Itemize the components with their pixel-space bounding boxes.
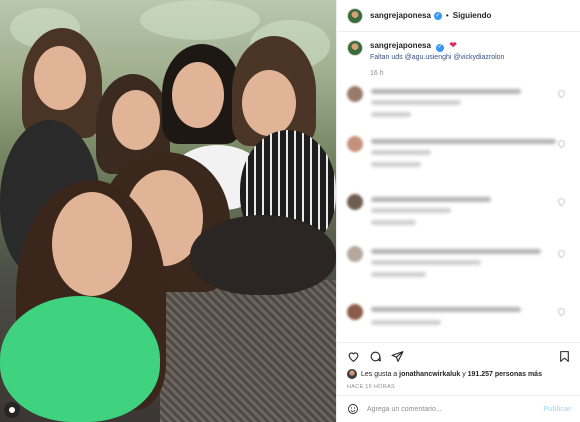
comment-item: [347, 136, 571, 176]
likes-line: Les gusta a jonathancwirkaluk y 191.257 …: [347, 369, 571, 379]
post-header: sangrejaponesa ✓ • Siguiendo: [337, 0, 580, 32]
blurred-comment-text: [371, 197, 491, 202]
add-comment-bar: Agrega un comentario... Publicar: [337, 395, 580, 422]
like-comment-icon[interactable]: [556, 138, 567, 149]
blurred-comment-text: [371, 208, 451, 213]
avatar: [347, 86, 363, 102]
blurred-comment-meta: [371, 320, 441, 325]
heart-icon[interactable]: [347, 350, 360, 363]
person-face: [52, 192, 132, 296]
following-button[interactable]: Siguiendo: [453, 11, 492, 20]
heart-icon: ❤: [449, 40, 457, 50]
comment-item: [347, 86, 571, 126]
bookmark-icon[interactable]: [558, 350, 571, 363]
like-comment-icon[interactable]: [556, 88, 567, 99]
avatar[interactable]: [347, 7, 363, 24]
like-comment-icon[interactable]: [556, 196, 567, 207]
blurred-comment-text: [371, 307, 521, 312]
blurred-comment-text: [371, 100, 461, 105]
like-comment-icon[interactable]: [556, 306, 567, 317]
caption-text-block: sangrejaponesa ✓ ❤ Faltan uds @agu.usien…: [370, 40, 504, 79]
comment-item: [347, 304, 571, 340]
action-icons: [347, 347, 571, 365]
comment-item: [347, 246, 571, 286]
blurred-comment-meta: [371, 272, 426, 277]
person-face: [112, 90, 160, 150]
header-separator: •: [445, 11, 449, 20]
blurred-comment-meta: [371, 162, 421, 167]
person-body: [190, 215, 336, 295]
likes-prefix: Les gusta a: [361, 370, 398, 378]
emoji-icon[interactable]: [347, 403, 359, 415]
likes-others[interactable]: 191.257 personas más: [468, 371, 542, 378]
post-photo[interactable]: [0, 0, 336, 422]
verified-icon: ✓: [433, 11, 442, 20]
foliage: [140, 0, 260, 40]
like-comment-icon[interactable]: [556, 248, 567, 259]
instagram-post: sangrejaponesa ✓ • Siguiendo sangrejapon…: [0, 0, 580, 422]
post-sidebar: sangrejaponesa ✓ • Siguiendo sangrejapon…: [336, 0, 580, 422]
post-timestamp[interactable]: HACE 16 HORAS: [347, 384, 571, 390]
avatar: [347, 304, 363, 320]
comments-list[interactable]: [337, 80, 580, 342]
likes-connector: y: [462, 370, 466, 378]
caption: sangrejaponesa ✓ ❤ Faltan uds @agu.usien…: [337, 32, 580, 79]
blurred-comment-text: [371, 150, 431, 155]
avatar: [347, 246, 363, 262]
caption-time: 16 h: [370, 69, 384, 77]
person-face: [172, 62, 224, 128]
comment-input[interactable]: Agrega un comentario...: [367, 406, 543, 413]
blurred-comment-text: [371, 139, 556, 144]
blurred-comment-text: [371, 260, 481, 265]
tagged-people-icon[interactable]: [4, 402, 20, 418]
caption-username[interactable]: sangrejaponesa: [370, 41, 431, 50]
blurred-comment-text: [371, 249, 541, 254]
person-green-sweater: [0, 296, 160, 422]
comment-item: [347, 194, 571, 234]
publish-button[interactable]: Publicar: [543, 406, 571, 413]
blurred-comment-meta: [371, 112, 411, 117]
blurred-comment-text: [371, 89, 521, 94]
verified-icon: ✓: [436, 43, 445, 52]
person-face: [34, 46, 86, 110]
person-face: [242, 70, 296, 136]
avatar: [347, 136, 363, 152]
blurred-comment-meta: [371, 220, 416, 225]
caption-body[interactable]: Faltan uds @agu.usienghi @vickydiazrolon: [370, 52, 504, 63]
likes-user[interactable]: jonathancwirkaluk: [399, 371, 460, 378]
share-icon[interactable]: [391, 350, 404, 363]
table: [160, 280, 336, 422]
post-actions: Les gusta a jonathancwirkaluk y 191.257 …: [337, 342, 580, 390]
avatar: [347, 194, 363, 210]
avatar[interactable]: [347, 369, 357, 379]
avatar[interactable]: [347, 40, 363, 56]
header-username[interactable]: sangrejaponesa: [370, 11, 431, 20]
comment-icon[interactable]: [369, 350, 382, 363]
